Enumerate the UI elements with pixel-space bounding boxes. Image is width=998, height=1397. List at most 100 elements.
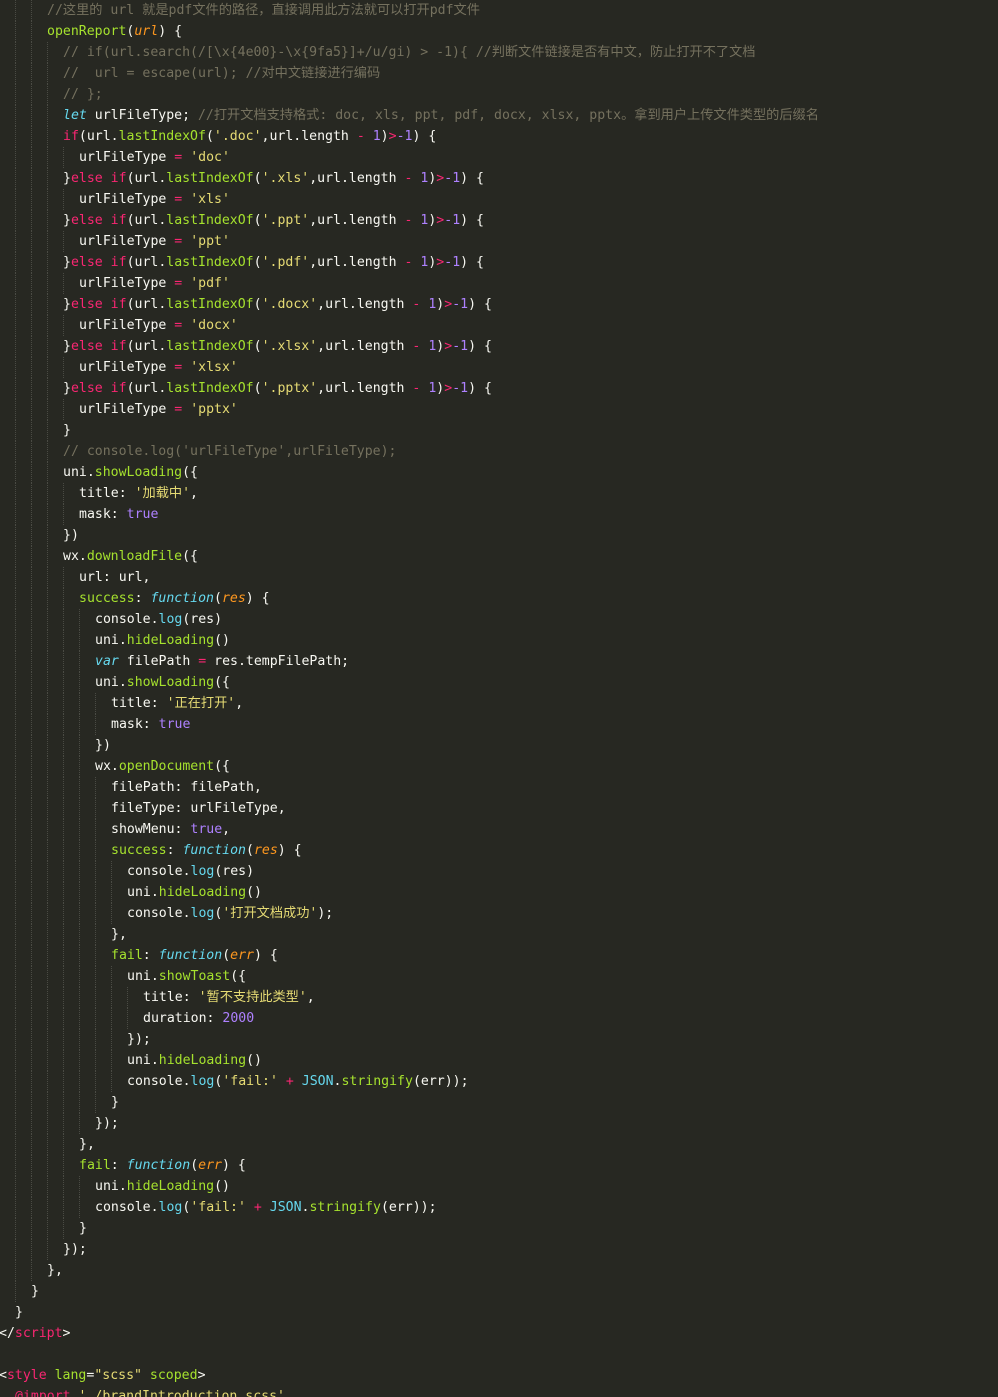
- indent-guide: [47, 42, 48, 63]
- code-line[interactable]: // };: [63, 84, 103, 105]
- code-line[interactable]: }): [95, 735, 111, 756]
- code-line[interactable]: mask: true: [111, 714, 190, 735]
- code-line[interactable]: duration: 2000: [143, 1008, 254, 1029]
- code-line[interactable]: fileType: urlFileType,: [111, 798, 286, 819]
- code-line[interactable]: console.log(res): [95, 609, 222, 630]
- code-token: log: [158, 1200, 183, 1215]
- code-token: (): [246, 885, 262, 900]
- code-line[interactable]: }else if(url.lastIndexOf('.pdf',url.leng…: [63, 252, 484, 273]
- indent-guide: [15, 399, 16, 420]
- code-line[interactable]: mask: true: [79, 504, 158, 525]
- indent-guide: [111, 861, 112, 882]
- code-line[interactable]: // url = escape(url); //对中文链接进行编码: [63, 63, 380, 84]
- code-line[interactable]: uni.hideLoading(): [127, 1050, 262, 1071]
- code-line[interactable]: uni.showLoading({: [63, 462, 198, 483]
- code-line[interactable]: openReport(url) {: [47, 21, 182, 42]
- indent-guide: [63, 1050, 64, 1071]
- code-line[interactable]: //这里的 url 就是pdf文件的路径，直接调用此方法就可以打开pdf文件: [47, 0, 480, 21]
- code-line[interactable]: uni.hideLoading(): [95, 630, 230, 651]
- indent-guide: [63, 714, 64, 735]
- code-line[interactable]: filePath: filePath,: [111, 777, 262, 798]
- code-line[interactable]: console.log('fail:' + JSON.stringify(err…: [95, 1197, 437, 1218]
- code-line[interactable]: console.log('打开文档成功');: [127, 903, 333, 924]
- indent-guide: [15, 168, 16, 189]
- indent-guide: [47, 903, 48, 924]
- indent-guide: [31, 672, 32, 693]
- code-line[interactable]: url: url,: [79, 567, 150, 588]
- code-line[interactable]: }else if(url.lastIndexOf('.xls',url.leng…: [63, 168, 484, 189]
- code-line[interactable]: fail: function(err) {: [79, 1155, 246, 1176]
- indent-guide: [63, 504, 64, 525]
- code-line[interactable]: }: [111, 1092, 119, 1113]
- code-token: +: [253, 1200, 262, 1215]
- code-line[interactable]: }else if(url.lastIndexOf('.pptx',url.len…: [63, 378, 492, 399]
- code-line[interactable]: </script>: [0, 1323, 70, 1344]
- code-token: (: [190, 1158, 199, 1173]
- code-line[interactable]: uni.hideLoading(): [95, 1176, 230, 1197]
- code-line[interactable]: urlFileType = 'xls': [79, 189, 230, 210]
- code-line[interactable]: urlFileType = 'pdf': [79, 273, 230, 294]
- code-line[interactable]: }: [15, 1302, 23, 1323]
- code-line[interactable]: let urlFileType; //打开文档支持格式: doc, xls, p…: [63, 105, 819, 126]
- code-line[interactable]: }else if(url.lastIndexOf('.docx',url.len…: [63, 294, 492, 315]
- indent-guide: [47, 1218, 48, 1239]
- code-line[interactable]: }): [63, 525, 79, 546]
- indent-guide: [31, 483, 32, 504]
- code-line[interactable]: // console.log('urlFileType',urlFileType…: [63, 441, 396, 462]
- code-line[interactable]: }: [79, 1218, 87, 1239]
- code-line[interactable]: },: [111, 924, 127, 945]
- code-line[interactable]: });: [95, 1113, 119, 1134]
- code-line[interactable]: success: function(res) {: [79, 588, 270, 609]
- code-line[interactable]: }: [63, 420, 71, 441]
- code-line[interactable]: urlFileType = 'xlsx': [79, 357, 238, 378]
- code-line[interactable]: console.log(res): [127, 861, 254, 882]
- indent-guide: [31, 798, 32, 819]
- code-line[interactable]: },: [47, 1260, 63, 1281]
- code-line[interactable]: urlFileType = 'docx': [79, 315, 238, 336]
- indent-guide: [63, 315, 64, 336]
- code-line[interactable]: <style lang="scss" scoped>: [0, 1365, 206, 1386]
- code-line[interactable]: urlFileType = 'doc': [79, 147, 230, 168]
- indent-guide: [63, 840, 64, 861]
- indent-guide: [47, 357, 48, 378]
- code-line[interactable]: wx.downloadFile({: [63, 546, 198, 567]
- indent-guide: [31, 735, 32, 756]
- indent-guide: [79, 1092, 80, 1113]
- code-line[interactable]: }: [31, 1281, 39, 1302]
- code-line[interactable]: @import './brandIntroduction.scss': [15, 1386, 285, 1397]
- code-line[interactable]: title: '正在打开',: [111, 693, 243, 714]
- code-line[interactable]: success: function(res) {: [111, 840, 302, 861]
- indent-guide: [15, 609, 16, 630]
- code-token: </: [0, 1326, 15, 1341]
- code-editor[interactable]: //这里的 url 就是pdf文件的路径，直接调用此方法就可以打开pdf文件 op…: [0, 0, 998, 1397]
- code-line[interactable]: var filePath = res.tempFilePath;: [95, 651, 349, 672]
- indent-guide: [31, 273, 32, 294]
- code-line[interactable]: });: [63, 1239, 87, 1260]
- code-line[interactable]: title: '加载中',: [79, 483, 198, 504]
- code-line[interactable]: showMenu: true,: [111, 819, 230, 840]
- indent-guide: [15, 1260, 16, 1281]
- code-line[interactable]: }else if(url.lastIndexOf('.xlsx',url.len…: [63, 336, 492, 357]
- code-line[interactable]: },: [79, 1134, 95, 1155]
- code-token: res.tempFilePath;: [206, 654, 350, 669]
- code-line[interactable]: console.log('fail:' + JSON.stringify(err…: [127, 1071, 469, 1092]
- indent-guide: [31, 882, 32, 903]
- code-line[interactable]: uni.showLoading({: [95, 672, 230, 693]
- code-line[interactable]: // if(url.search(/[\x{4e00}-\x{9fa5}]+/u…: [63, 42, 755, 63]
- code-token: ) {: [221, 1158, 246, 1173]
- code-line[interactable]: urlFileType = 'pptx': [79, 399, 238, 420]
- code-line[interactable]: if(url.lastIndexOf('.doc',url.length - 1…: [63, 126, 436, 147]
- code-line[interactable]: uni.showToast({: [127, 966, 246, 987]
- code-line[interactable]: title: '暂不支持此类型',: [143, 987, 315, 1008]
- code-token: });: [127, 1032, 151, 1047]
- code-line[interactable]: fail: function(err) {: [111, 945, 278, 966]
- code-token: ,url.length: [261, 129, 357, 144]
- code-line[interactable]: wx.openDocument({: [95, 756, 230, 777]
- code-line[interactable]: });: [127, 1029, 151, 1050]
- code-token: filePath: [118, 654, 199, 669]
- indent-guide: [31, 1029, 32, 1050]
- code-line[interactable]: }else if(url.lastIndexOf('.ppt',url.leng…: [63, 210, 484, 231]
- code-line[interactable]: uni.hideLoading(): [127, 882, 262, 903]
- code-line[interactable]: urlFileType = 'ppt': [79, 231, 230, 252]
- indent-guide: [31, 63, 32, 84]
